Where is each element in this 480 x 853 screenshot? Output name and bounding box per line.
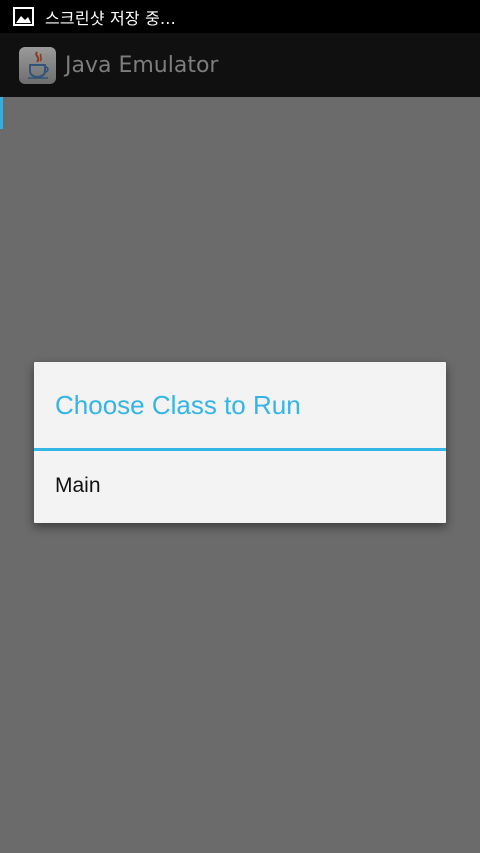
dialog-list-item-main[interactable]: Main [34, 451, 446, 521]
status-bar: 스크린샷 저장 중... [0, 0, 480, 33]
action-bar: Java Emulator [0, 33, 480, 97]
scroll-edge-indicator [0, 97, 3, 129]
dialog-title: Choose Class to Run [55, 389, 301, 420]
java-cup-icon[interactable] [19, 46, 56, 84]
choose-class-dialog: Choose Class to Run Main [34, 362, 446, 523]
status-notification-text: 스크린샷 저장 중... [45, 8, 176, 28]
image-icon [13, 7, 34, 26]
app-title: Java Emulator [65, 52, 219, 78]
